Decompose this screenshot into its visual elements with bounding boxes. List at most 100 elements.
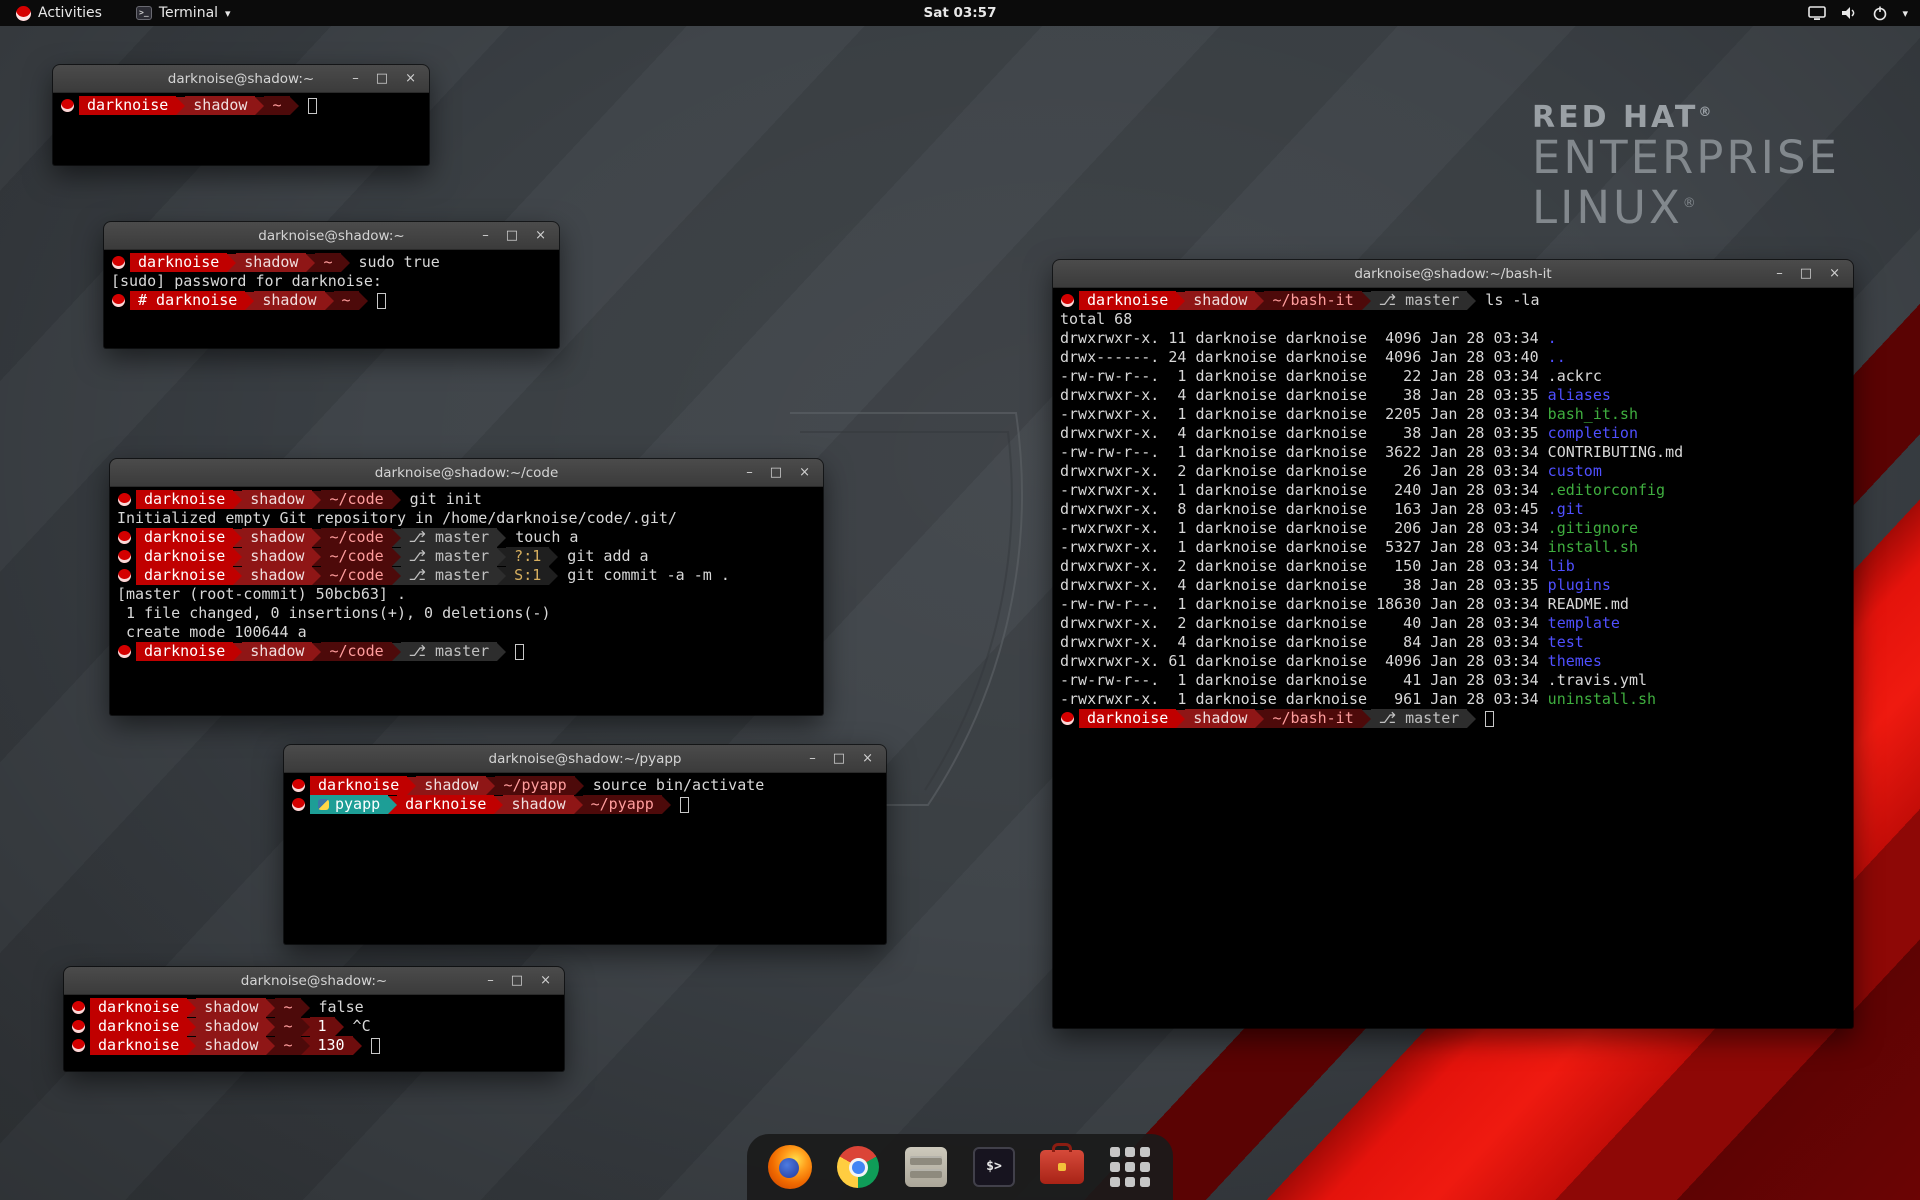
prompt-segment-path: ~/code (321, 642, 391, 661)
prompt-segment-path: ~ (275, 998, 300, 1017)
prompt-line: darknoiseshadow~/code⎇ master touch a (117, 528, 816, 547)
volume-icon[interactable] (1840, 5, 1858, 21)
prompt-segment-git: ⎇ master (401, 547, 498, 566)
activities-button[interactable]: Activities (10, 0, 108, 26)
close-button[interactable]: × (799, 459, 810, 487)
powerline-separator (497, 548, 506, 566)
terminal-window[interactable]: darknoise@shadow:~/pyapp – □ × darknoise… (284, 745, 886, 944)
minimize-button[interactable]: – (746, 459, 753, 487)
terminal-window[interactable]: darknoise@shadow:~ – □ × darknoiseshadow… (53, 65, 429, 165)
window-titlebar[interactable]: darknoise@shadow:~ – □ × (53, 65, 429, 93)
maximize-button[interactable]: □ (506, 222, 518, 250)
prompt-segment-user: darknoise (310, 776, 407, 795)
prompt-line: # darknoiseshadow~ (111, 291, 552, 310)
clock[interactable]: Sat 03:57 (0, 5, 1920, 21)
terminal-content[interactable]: darknoiseshadow~ sudo true[sudo] passwor… (104, 250, 559, 348)
maximize-button[interactable]: □ (770, 459, 782, 487)
window-title: darknoise@shadow:~/pyapp (284, 751, 886, 767)
terminal-icon: >_ (136, 6, 152, 20)
chevron-down-icon[interactable]: ▾ (1902, 7, 1908, 20)
powerline-separator (312, 529, 321, 547)
files-icon (905, 1147, 947, 1187)
prompt-segment-user: darknoise (136, 528, 233, 547)
window-titlebar[interactable]: darknoise@shadow:~/bash-it – □ × (1053, 260, 1853, 288)
window-titlebar[interactable]: darknoise@shadow:~ – □ × (64, 967, 564, 995)
powerline-separator (407, 777, 416, 795)
window-titlebar[interactable]: darknoise@shadow:~ – □ × (104, 222, 559, 250)
minimize-button[interactable]: – (487, 967, 494, 995)
close-button[interactable]: × (862, 745, 873, 773)
minimize-button[interactable]: – (352, 65, 359, 93)
dock-item-chrome[interactable] (835, 1144, 881, 1190)
file-name: uninstall.sh (1548, 690, 1656, 708)
powerline-separator (497, 567, 506, 585)
minimize-button[interactable]: – (809, 745, 816, 773)
terminal-content[interactable]: darknoiseshadow~/pyapp source bin/activa… (284, 773, 886, 944)
powerline-separator (494, 796, 503, 814)
close-button[interactable]: × (535, 222, 546, 250)
window-title: darknoise@shadow:~/bash-it (1053, 266, 1853, 282)
terminal-content[interactable]: darknoiseshadow~/bash-it⎇ master ls -lat… (1053, 288, 1853, 1028)
prompt-segment-status: 130 (310, 1036, 353, 1055)
output-line: total 68 (1060, 310, 1846, 329)
redhat-prompt-icon (118, 645, 131, 658)
ls-entry: drwxrwxr-x. 2 darknoise darknoise 26 Jan… (1060, 462, 1846, 481)
file-name: README.md (1548, 595, 1629, 613)
dock-item-terminal[interactable]: $> (971, 1144, 1017, 1190)
window-titlebar[interactable]: darknoise@shadow:~/pyapp – □ × (284, 745, 886, 773)
power-icon[interactable] (1872, 5, 1888, 21)
branding-linux: LINUX® (1532, 181, 1840, 231)
powerline-separator (245, 292, 254, 310)
file-name: completion (1548, 424, 1638, 442)
prompt-segment-path: ~ (264, 96, 289, 115)
terminal-window[interactable]: darknoise@shadow:~/bash-it – □ × darknoi… (1053, 260, 1853, 1028)
screen-icon[interactable] (1808, 5, 1826, 21)
prompt-segment-user: darknoise (79, 96, 176, 115)
prompt-line: darknoiseshadow~/bash-it⎇ master (1060, 709, 1846, 728)
redhat-prompt-icon (61, 99, 74, 112)
ls-entry: -rwxrwxr-x. 1 darknoise darknoise 2205 J… (1060, 405, 1846, 424)
terminal-window[interactable]: darknoise@shadow:~ – □ × darknoiseshadow… (64, 967, 564, 1071)
ls-metadata: -rwxrwxr-x. 1 darknoise darknoise 5327 J… (1060, 538, 1548, 556)
maximize-button[interactable]: □ (511, 967, 523, 995)
prompt-segment-host: shadow (503, 795, 573, 814)
prompt-segment-user: # darknoise (130, 291, 245, 310)
maximize-button[interactable]: □ (376, 65, 388, 93)
ls-entry: -rwxrwxr-x. 1 darknoise darknoise 5327 J… (1060, 538, 1846, 557)
prompt-segment-host: shadow (1185, 709, 1255, 728)
prompt-segment-git: ⎇ master (401, 528, 498, 547)
dock-item-app-grid[interactable] (1107, 1144, 1153, 1190)
window-titlebar[interactable]: darknoise@shadow:~/code – □ × (110, 459, 823, 487)
dock-item-firefox[interactable] (767, 1144, 813, 1190)
powerline-separator (1467, 292, 1476, 310)
ls-metadata: -rwxrwxr-x. 1 darknoise darknoise 961 Ja… (1060, 690, 1548, 708)
terminal-cursor (308, 98, 317, 114)
dock-item-toolbox[interactable] (1039, 1144, 1085, 1190)
prompt-segment-user: darknoise (130, 253, 227, 272)
maximize-button[interactable]: □ (1800, 260, 1812, 288)
close-button[interactable]: × (1829, 260, 1840, 288)
minimize-button[interactable]: – (1776, 260, 1783, 288)
terminal-content[interactable]: darknoiseshadow~ (53, 93, 429, 165)
powerline-separator (187, 999, 196, 1017)
close-button[interactable]: × (540, 967, 551, 995)
terminal-content[interactable]: darknoiseshadow~ falsedarknoiseshadow~1 … (64, 995, 564, 1071)
redhat-prompt-icon (72, 1001, 85, 1014)
app-menu-terminal[interactable]: >_ Terminal ▾ (130, 0, 237, 26)
minimize-button[interactable]: – (482, 222, 489, 250)
ls-entry: -rw-rw-r--. 1 darknoise darknoise 22 Jan… (1060, 367, 1846, 386)
ls-metadata: drwxrwxr-x. 2 darknoise darknoise 26 Jan… (1060, 462, 1548, 480)
file-name: install.sh (1548, 538, 1638, 556)
maximize-button[interactable]: □ (833, 745, 845, 773)
terminal-window[interactable]: darknoise@shadow:~ – □ × darknoiseshadow… (104, 222, 559, 348)
prompt-segment-path: ~/bash-it (1264, 709, 1361, 728)
terminal-window[interactable]: darknoise@shadow:~/code – □ × darknoises… (110, 459, 823, 715)
prompt-segment-path: ~ (275, 1017, 300, 1036)
redhat-prompt-icon (118, 493, 131, 506)
prompt-segment-user: darknoise (90, 998, 187, 1017)
terminal-content[interactable]: darknoiseshadow~/code git initInitialize… (110, 487, 823, 715)
dock-item-files[interactable] (903, 1144, 949, 1190)
close-button[interactable]: × (405, 65, 416, 93)
powerline-separator (233, 567, 242, 585)
ls-metadata: -rw-rw-r--. 1 darknoise darknoise 3622 J… (1060, 443, 1548, 461)
